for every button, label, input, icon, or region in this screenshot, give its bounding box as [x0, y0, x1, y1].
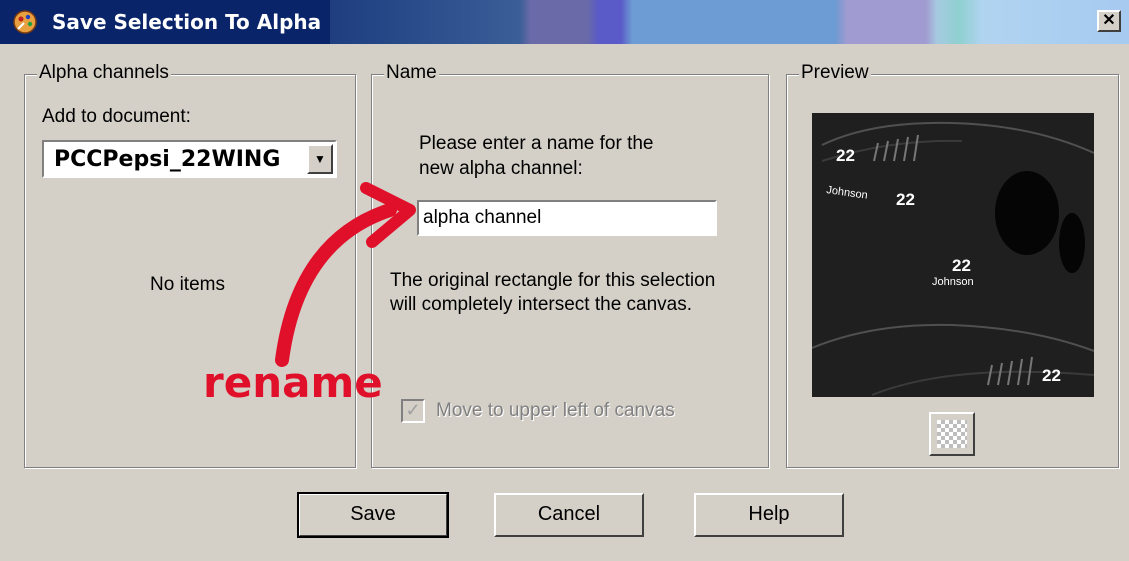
name-group-label: Name [384, 62, 439, 84]
title-bar: Save Selection To Alpha ✕ [0, 0, 1129, 44]
close-button[interactable]: ✕ [1097, 10, 1121, 32]
add-to-document-label: Add to document: [42, 106, 191, 127]
name-prompt-line1: Please enter a name for the [419, 133, 654, 154]
checkmark-icon: ✓ [405, 400, 421, 420]
document-dropdown[interactable]: PCCPepsi_22WING ▼ [42, 140, 337, 178]
alpha-preview-image: 22 Johnson 22 22 Johnson 22 [811, 113, 1095, 397]
document-dropdown-value: PCCPepsi_22WING [54, 147, 281, 172]
chevron-down-icon[interactable]: ▼ [307, 144, 333, 174]
intersect-info-line2: will completely intersect the canvas. [390, 294, 693, 315]
empty-list-text: No items [150, 274, 225, 295]
checkerboard-icon [937, 420, 967, 448]
name-prompt-line2: new alpha channel: [419, 158, 583, 179]
preview-name-left: Johnson [826, 184, 869, 202]
preview-num-left: 22 [896, 190, 915, 209]
preview-num-bottom-right: 22 [1042, 366, 1061, 385]
preview-group-label: Preview [799, 62, 871, 84]
hand-drawn-arrow-icon [275, 182, 416, 367]
preview-num-center: 22 [952, 256, 971, 275]
paint-app-icon [13, 10, 37, 34]
preview-graphic: 22 Johnson 22 22 Johnson 22 [811, 121, 1095, 396]
close-icon: ✕ [1102, 12, 1116, 29]
channel-name-input[interactable] [417, 200, 717, 236]
window-title: Save Selection To Alpha [52, 10, 322, 34]
dropdown-arrow-glyph: ▼ [314, 152, 326, 166]
preview-name-center: Johnson [932, 276, 974, 288]
save-button[interactable]: Save [297, 492, 449, 538]
rename-annotation: rename [203, 358, 383, 407]
intersect-info-line1: The original rectangle for this selectio… [390, 270, 716, 291]
transparency-toggle-button[interactable] [929, 412, 975, 456]
alpha-channels-group-label: Alpha channels [37, 62, 171, 84]
help-button[interactable]: Help [694, 493, 844, 537]
preview-num-top-left: 22 [836, 146, 855, 165]
move-upper-left-checkbox[interactable]: ✓ [401, 399, 425, 423]
move-upper-left-label[interactable]: Move to upper left of canvas [436, 400, 675, 422]
cancel-button[interactable]: Cancel [494, 493, 644, 537]
